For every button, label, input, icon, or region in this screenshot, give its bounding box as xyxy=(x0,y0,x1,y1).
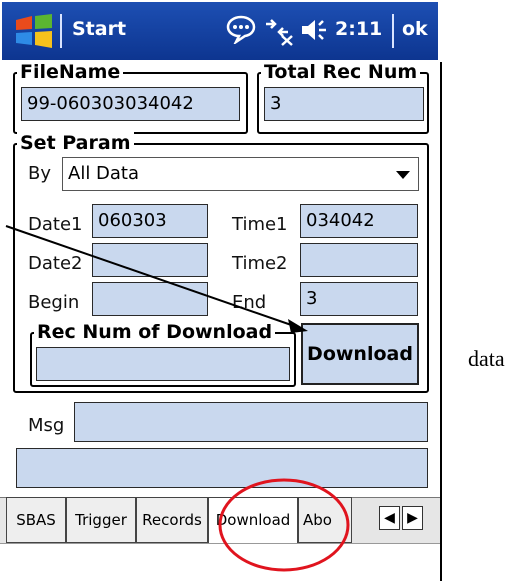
annotation-arrow-line xyxy=(5,225,301,329)
annotation-side-text: data xyxy=(468,346,505,371)
annotation-arrow-head xyxy=(288,319,308,333)
annotation-overlay xyxy=(5,225,350,572)
annotation-circle xyxy=(218,478,350,572)
